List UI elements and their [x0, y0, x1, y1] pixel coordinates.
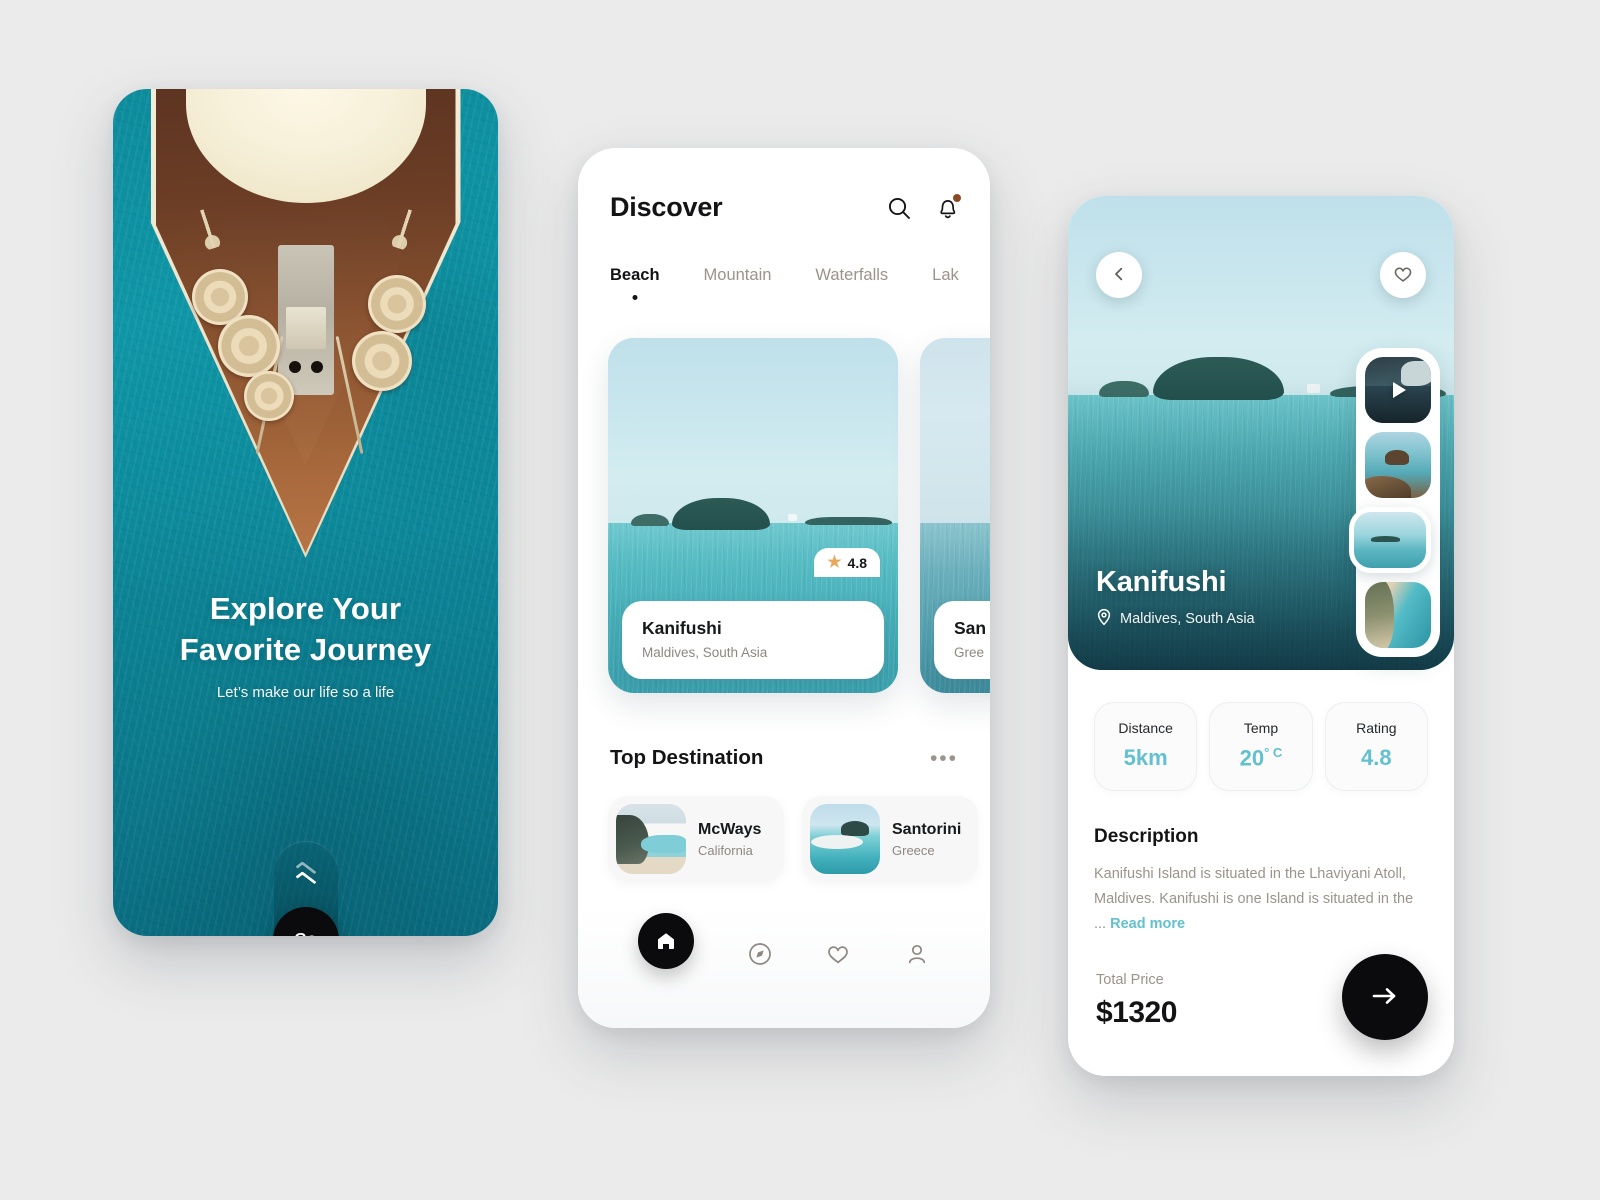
top-destination-list: McWays California Santorini Greece	[608, 796, 978, 882]
list-item[interactable]: Santorini Greece	[802, 796, 978, 882]
onboarding-subtitle: Let’s make our life so a life	[216, 683, 395, 701]
stat-unit: ° C	[1264, 745, 1283, 760]
onboarding-title-line1: Explore Your	[209, 591, 402, 626]
rating-badge: ★ 4.8	[814, 548, 880, 577]
stat-rating: Rating 4.8	[1324, 702, 1428, 792]
destination-name: Santorini	[892, 820, 962, 838]
arrow-right-icon	[1369, 985, 1401, 1010]
section-title: Top Destination	[610, 746, 764, 769]
more-options-button[interactable]: •••	[928, 748, 960, 769]
card-location: Maldives, South Asia	[642, 645, 768, 660]
onboarding-copy: Explore Your Favorite Journey Let’s make…	[113, 589, 498, 701]
discover-header: Discover	[610, 192, 961, 224]
destination-thumbnail	[616, 804, 686, 874]
bottom-navigation	[578, 906, 990, 1028]
card-title: Kanifushi	[642, 618, 722, 638]
stat-label: Temp	[1243, 720, 1279, 736]
go-slider-track[interactable]: Go	[272, 841, 339, 936]
destination-card[interactable]: San Gree	[920, 338, 990, 693]
onboarding-hero-image	[113, 89, 498, 936]
card-title: San	[954, 618, 987, 638]
stats-row: Distance 5km Temp 20° C Rating 4.8	[1094, 702, 1428, 792]
destination-card[interactable]: ★ 4.8 Kanifushi Maldives, South Asia	[608, 338, 898, 693]
page-title: Discover	[610, 192, 723, 222]
book-now-button[interactable]	[1342, 954, 1428, 1040]
read-more-link[interactable]: Read more	[1110, 916, 1185, 932]
discover-screen: Discover Beach Mountain Waterfalls Lak ★…	[578, 148, 990, 1028]
favorite-button[interactable]	[1380, 252, 1426, 298]
destination-name: McWays	[698, 820, 762, 838]
mockup-canvas: Explore Your Favorite Journey Let’s make…	[0, 0, 1600, 1200]
destination-card-list: ★ 4.8 Kanifushi Maldives, South Asia San…	[608, 338, 990, 693]
tab-beach[interactable]: Beach	[610, 266, 660, 285]
notifications-button[interactable]	[936, 193, 961, 224]
nav-home[interactable]	[638, 913, 695, 969]
stat-value: 4.8	[1361, 745, 1392, 770]
stat-label: Rating	[1356, 720, 1397, 736]
card-location: Gree	[954, 645, 985, 660]
back-button[interactable]	[1096, 252, 1142, 298]
detail-location: Maldives, South Asia	[1120, 611, 1255, 627]
detail-title: Kanifushi	[1096, 566, 1227, 598]
star-icon: ★	[827, 554, 842, 571]
thumbnail-image-selected[interactable]	[1349, 507, 1431, 573]
thumbnail-image[interactable]	[1365, 582, 1431, 648]
price-value: $1320	[1096, 996, 1177, 1029]
list-item[interactable]: McWays California	[608, 796, 784, 882]
tab-mountain[interactable]: Mountain	[704, 266, 772, 285]
card-info: San Gree	[934, 601, 990, 679]
go-button[interactable]: Go	[272, 907, 339, 936]
notification-badge	[953, 193, 961, 202]
stat-distance: Distance 5km	[1094, 702, 1198, 792]
category-tabs: Beach Mountain Waterfalls Lak	[610, 266, 990, 285]
nav-profile[interactable]	[904, 941, 930, 967]
description-section: Description Kanifushi Island is situated…	[1094, 826, 1428, 937]
tab-lakes[interactable]: Lak	[932, 266, 959, 285]
hero-caption: Kanifushi Maldives, South Asia	[1096, 566, 1255, 630]
destination-region: Greece	[892, 842, 935, 858]
heart-icon	[1392, 263, 1414, 288]
chevron-up-icon	[294, 861, 317, 888]
chevron-left-icon	[1110, 265, 1128, 286]
stat-value: 20	[1239, 745, 1265, 771]
search-icon	[886, 197, 912, 224]
top-destination-header: Top Destination •••	[610, 746, 960, 770]
onboarding-screen: Explore Your Favorite Journey Let’s make…	[113, 89, 498, 936]
stat-temp: Temp 20° C	[1209, 702, 1313, 792]
destination-thumbnail	[810, 804, 880, 874]
media-thumbnail-strip	[1349, 348, 1440, 657]
card-info: Kanifushi Maldives, South Asia	[622, 601, 884, 679]
thumbnail-video[interactable]	[1365, 357, 1431, 423]
nav-favorites[interactable]	[825, 941, 851, 967]
home-icon	[655, 930, 677, 952]
description-heading: Description	[1094, 826, 1199, 847]
play-icon	[1365, 357, 1431, 423]
user-icon	[904, 944, 930, 970]
rating-value: 4.8	[847, 555, 867, 571]
onboarding-title-line2: Favorite Journey	[179, 631, 432, 667]
heart-icon	[825, 946, 851, 970]
compass-icon	[747, 943, 773, 970]
bell-icon	[936, 199, 960, 224]
stat-label: Distance	[1118, 720, 1173, 736]
search-button[interactable]	[886, 195, 912, 221]
price-label: Total Price	[1096, 972, 1164, 988]
tab-waterfalls[interactable]: Waterfalls	[815, 266, 888, 285]
detail-screen: Kanifushi Maldives, South Asia Distance …	[1068, 196, 1454, 1076]
nav-explore[interactable]	[747, 941, 773, 967]
map-pin-icon	[1096, 608, 1112, 630]
price-row: Total Price $1320	[1096, 954, 1428, 1040]
destination-region: California	[698, 842, 753, 858]
thumbnail-image[interactable]	[1365, 432, 1431, 498]
stat-value: 5km	[1123, 745, 1168, 770]
